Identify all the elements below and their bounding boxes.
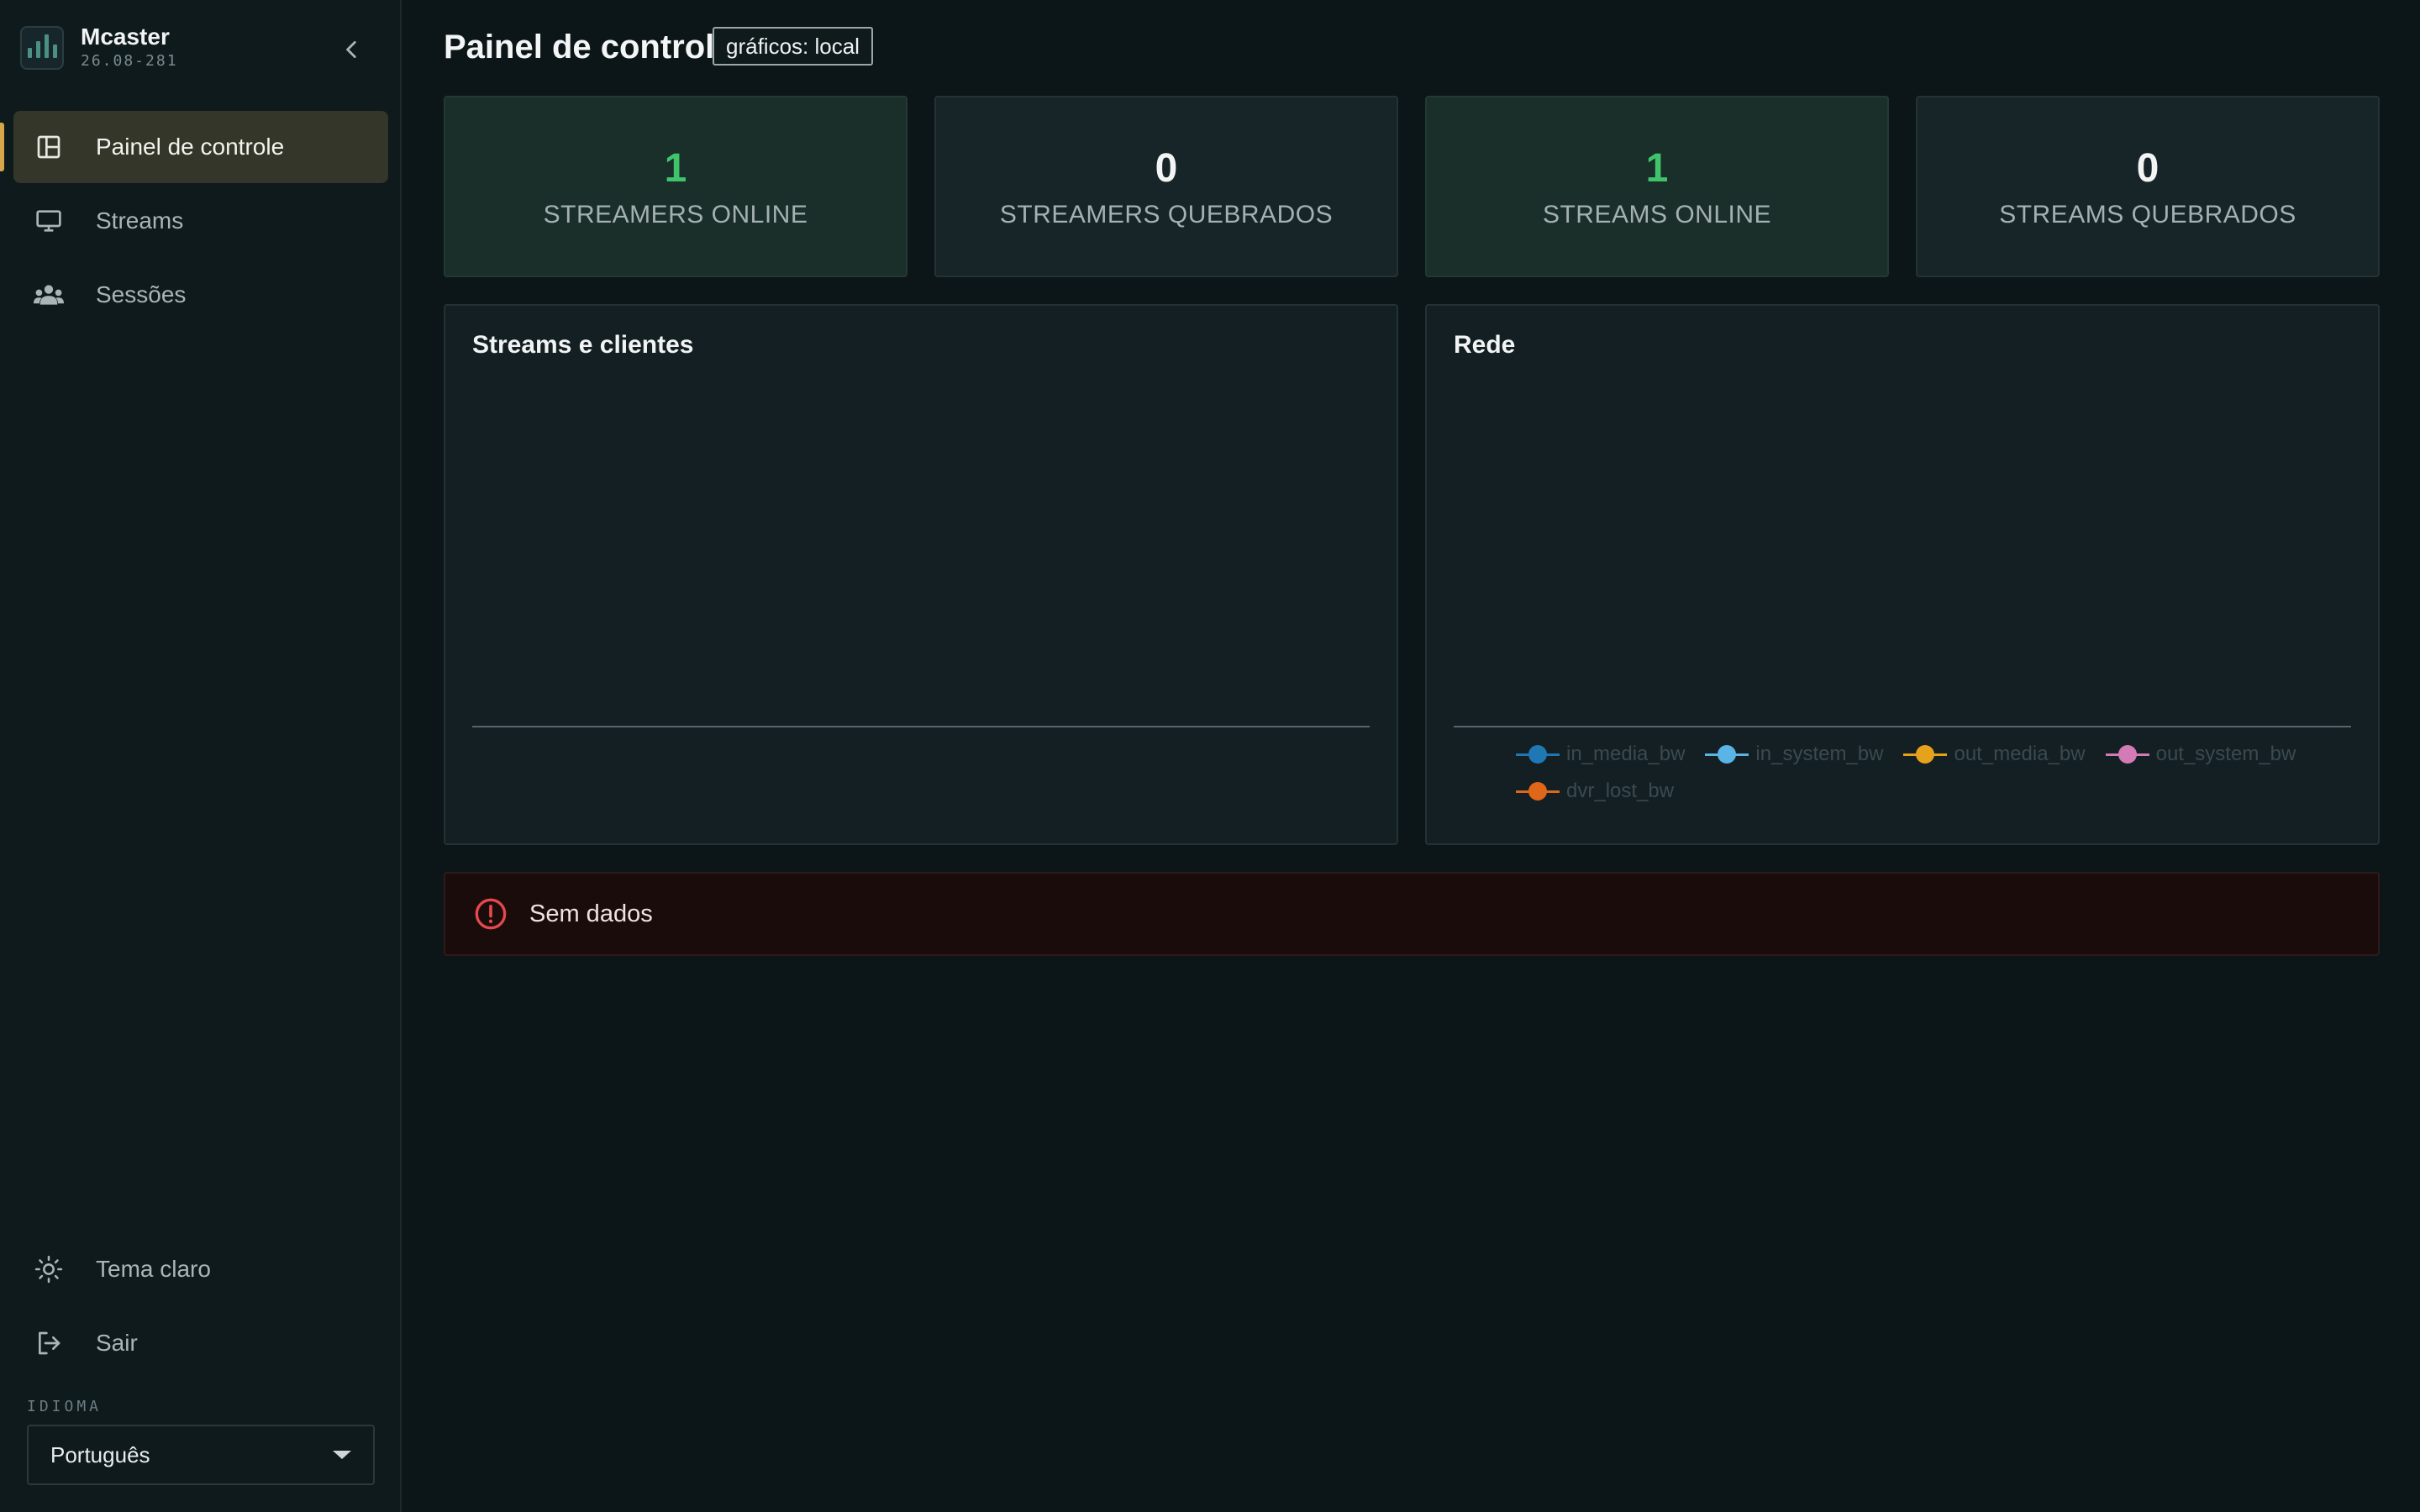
- legend-label: out_system_bw: [2155, 743, 2296, 765]
- sun-icon: [34, 1254, 64, 1284]
- panel-title: Streams e clientes: [472, 331, 694, 359]
- page-title: Painel de controle: [444, 29, 734, 66]
- logout-icon: [34, 1328, 64, 1358]
- stat-card-streamers-broken: 0 STREAMERS QUEBRADOS: [934, 96, 1398, 277]
- brand: Mcaster 26.08-281: [20, 24, 178, 72]
- legend-marker: [1516, 781, 1560, 801]
- legend-marker: [1705, 744, 1749, 764]
- stat-card-streamers-online: 1 STREAMERS ONLINE: [444, 96, 908, 277]
- chart-x-axis: [472, 726, 1370, 727]
- legend-label: in_system_bw: [1755, 743, 1884, 765]
- legend-item-out-media-bw[interactable]: out_media_bw: [1903, 736, 2086, 773]
- dashboard-icon: [34, 132, 64, 162]
- sidebar-item-label: Sair: [96, 1330, 138, 1356]
- stat-value: 0: [1155, 146, 1178, 191]
- language-label: IDIOMA: [27, 1398, 103, 1415]
- sidebar-item-dashboard[interactable]: Painel de controle: [0, 111, 388, 183]
- legend-label: in_media_bw: [1566, 743, 1686, 765]
- app-name: Mcaster: [81, 24, 170, 50]
- stat-value: 0: [2136, 146, 2160, 191]
- alert-text: Sem dados: [529, 900, 653, 927]
- alert-circle-icon: [475, 898, 507, 930]
- panel-title: Rede: [1454, 331, 1516, 359]
- stat-label: STREAMERS ONLINE: [543, 201, 808, 228]
- stat-value: 1: [664, 146, 687, 191]
- language-select[interactable]: Português: [27, 1425, 375, 1485]
- charts-mode-badge: gráficos: local: [713, 27, 873, 66]
- stat-label: STREAMERS QUEBRADOS: [999, 201, 1334, 228]
- legend-item-in-media-bw[interactable]: in_media_bw: [1516, 736, 1685, 773]
- stat-value: 1: [1645, 146, 1669, 191]
- sidebar: Mcaster 26.08-281 Painel de controle Str…: [0, 0, 402, 1512]
- no-data-alert: Sem dados: [444, 872, 2380, 956]
- sidebar-item-label: Tema claro: [96, 1256, 211, 1282]
- logout-button[interactable]: Sair: [13, 1307, 388, 1379]
- legend-label: out_media_bw: [1954, 743, 2086, 765]
- stat-card-streams-online: 1 STREAMS ONLINE: [1425, 96, 1889, 277]
- users-icon: [34, 280, 64, 310]
- legend-marker: [1516, 744, 1560, 764]
- sidebar-item-label: Streams: [96, 207, 184, 234]
- sidebar-item-label: Sessões: [96, 281, 187, 307]
- sidebar-item-sessions[interactable]: Sessões: [13, 259, 388, 331]
- stat-card-streams-broken: 0 STREAMS QUEBRADOS: [1916, 96, 2380, 277]
- collapse-sidebar-button[interactable]: [333, 30, 371, 69]
- stat-label: STREAMS ONLINE: [1542, 201, 1772, 228]
- main-nav: Painel de controle Streams Sessões: [0, 111, 388, 333]
- sidebar-item-streams[interactable]: Streams: [13, 185, 388, 257]
- theme-toggle-button[interactable]: Tema claro: [13, 1233, 388, 1305]
- language-selected-value: Português: [50, 1441, 150, 1467]
- monitor-icon: [34, 206, 64, 236]
- legend-item-in-system-bw[interactable]: in_system_bw: [1705, 736, 1883, 773]
- chevron-left-icon: [346, 40, 356, 59]
- sidebar-item-label: Painel de controle: [96, 134, 285, 160]
- sidebar-bottom: Tema claro Sair: [13, 1233, 388, 1381]
- legend-marker: [1903, 744, 1948, 764]
- network-chart-panel: Rede in_media_bw in_system_bw out_media_…: [1425, 304, 2380, 845]
- chart-legend: in_media_bw in_system_bw out_media_bw ou…: [1516, 736, 2356, 810]
- caret-down-icon: [333, 1451, 351, 1459]
- app-version: 26.08-281: [81, 52, 178, 70]
- legend-label: dvr_lost_bw: [1566, 780, 1675, 802]
- logo-bar-chart-icon: [20, 26, 64, 70]
- chart-x-axis: [1454, 726, 2351, 727]
- legend-marker: [2105, 744, 2149, 764]
- legend-item-out-system-bw[interactable]: out_system_bw: [2105, 736, 2296, 773]
- stat-label: STREAMS QUEBRADOS: [1999, 201, 2296, 228]
- legend-item-dvr-lost-bw[interactable]: dvr_lost_bw: [1516, 773, 1674, 810]
- streams-clients-chart-panel: Streams e clientes: [444, 304, 1398, 845]
